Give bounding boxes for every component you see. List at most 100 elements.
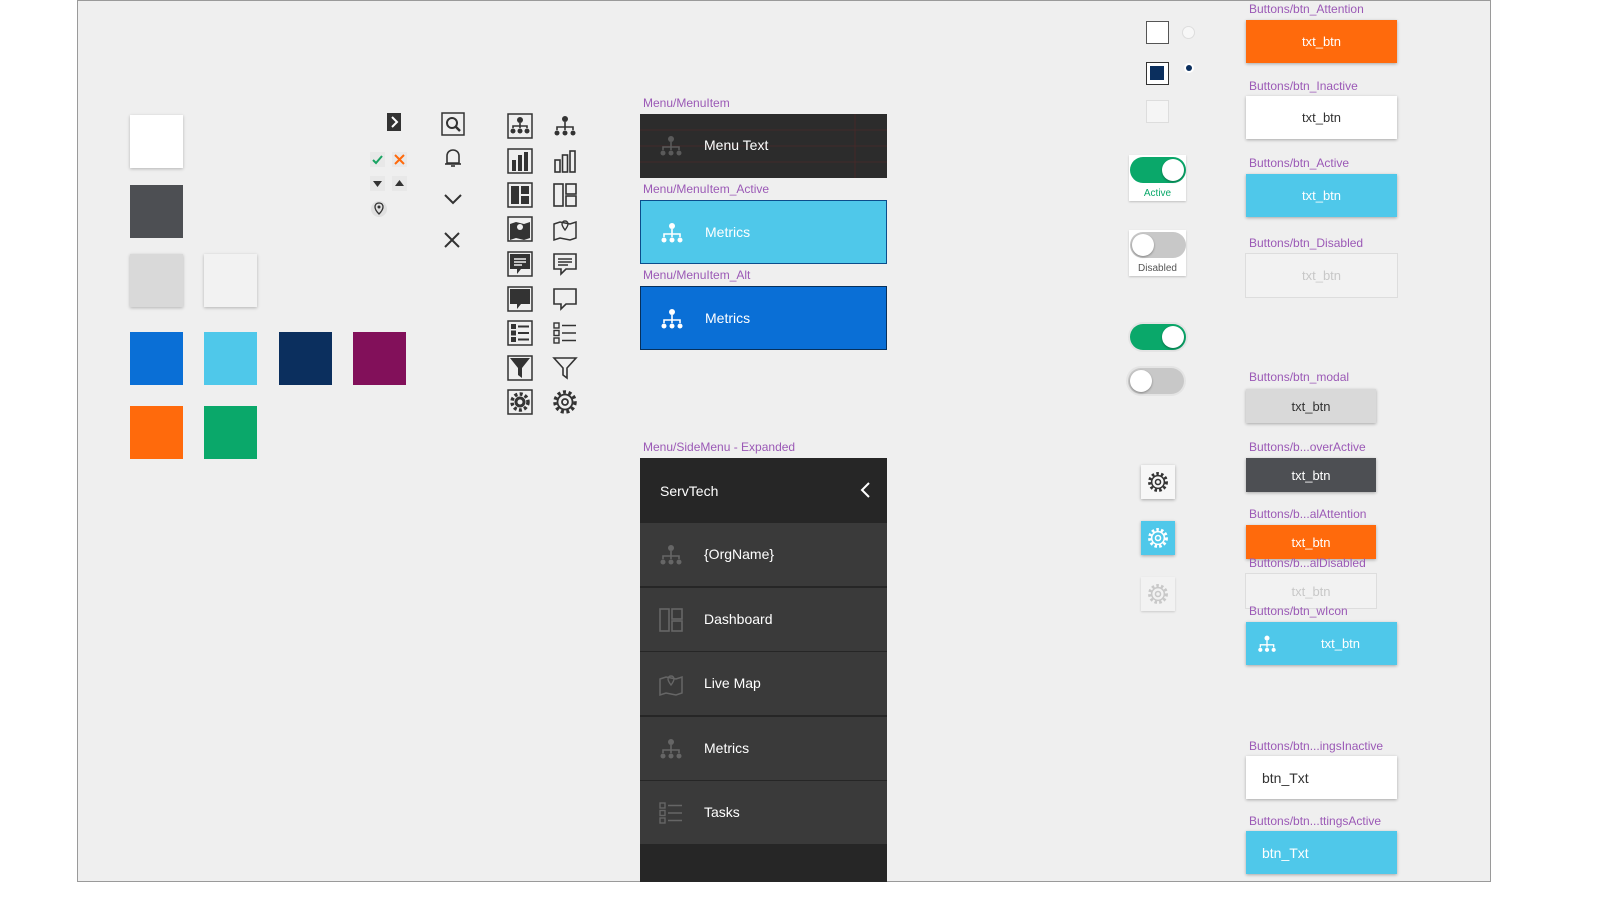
side-menu-label: Menu/SideMenu - Expanded bbox=[643, 440, 796, 454]
side-menu-item-orgname[interactable]: {OrgName} bbox=[640, 522, 887, 586]
org-chart-icon bbox=[552, 113, 578, 139]
side-menu-item-label: Tasks bbox=[704, 804, 740, 820]
side-menu-item-metrics[interactable]: Metrics bbox=[640, 716, 887, 780]
icon-button[interactable]: txt_btn bbox=[1246, 622, 1397, 665]
btn-settings-inactive-label: Buttons/btn...ingsInactive bbox=[1249, 739, 1384, 753]
radio-unchecked[interactable] bbox=[1182, 26, 1195, 39]
radio-checked[interactable] bbox=[1184, 63, 1194, 73]
toggle-disabled-card: Disabled bbox=[1129, 230, 1186, 276]
map-icon bbox=[658, 671, 684, 697]
check-icon[interactable] bbox=[370, 152, 385, 167]
btn-attention-label: Buttons/btn_Attention bbox=[1249, 2, 1364, 16]
bar-chart-icon bbox=[552, 148, 578, 174]
map-icon bbox=[552, 216, 578, 242]
close-orange-icon[interactable] bbox=[392, 152, 407, 167]
side-menu-item-label: Dashboard bbox=[704, 611, 773, 627]
menu-item-label: Menu/MenuItem bbox=[643, 96, 730, 110]
swatch-navy bbox=[279, 332, 332, 385]
side-menu-header: ServTech bbox=[640, 458, 887, 522]
org-chart-icon bbox=[659, 307, 685, 331]
btn-settings-active-label: Buttons/btn...ttingsActive bbox=[1249, 814, 1382, 828]
btn-modal-attention-label: Buttons/b...alAttention bbox=[1249, 507, 1367, 521]
disabled-button: txt_btn bbox=[1246, 254, 1397, 297]
swatch-light-blue bbox=[204, 332, 257, 385]
btn-modal-label: Buttons/btn_modal bbox=[1249, 370, 1350, 384]
org-chart-filled-icon bbox=[507, 113, 533, 139]
toggle-off[interactable] bbox=[1128, 368, 1184, 394]
menu-item-active-label: Menu/MenuItem_Active bbox=[643, 182, 770, 196]
swatch-off-white bbox=[204, 254, 257, 307]
location-pin-icon[interactable] bbox=[370, 200, 388, 218]
message-filled-icon bbox=[507, 251, 533, 277]
swatch-orange bbox=[130, 406, 183, 459]
org-chart-icon bbox=[658, 542, 684, 568]
side-menu-item-label: Live Map bbox=[704, 675, 761, 691]
btn-disabled-label: Buttons/btn_Disabled bbox=[1249, 236, 1364, 250]
settings-button-active[interactable] bbox=[1141, 521, 1175, 555]
close-icon[interactable] bbox=[442, 230, 462, 250]
toggle-active[interactable] bbox=[1130, 157, 1186, 183]
settings-inactive-button[interactable]: btn_Txt bbox=[1246, 756, 1397, 799]
icon-button-text: txt_btn bbox=[1320, 636, 1361, 651]
swatch-purple bbox=[353, 332, 406, 385]
search-icon[interactable] bbox=[441, 112, 465, 136]
side-menu-item-tasks[interactable]: Tasks bbox=[640, 780, 887, 844]
modal-button[interactable]: txt_btn bbox=[1246, 389, 1376, 423]
swatch-light-gray bbox=[130, 254, 183, 307]
inactive-button[interactable]: txt_btn bbox=[1246, 96, 1397, 139]
btn-with-icon-label: Buttons/btn_wIcon bbox=[1249, 604, 1348, 618]
checkbox-checked[interactable] bbox=[1146, 62, 1169, 85]
gear-icon bbox=[1147, 583, 1169, 605]
side-menu: ServTech {OrgName} Dashboard Live Map Me… bbox=[640, 458, 887, 882]
checkbox-disabled bbox=[1146, 100, 1169, 123]
org-chart-icon bbox=[659, 221, 685, 245]
side-menu-title: ServTech bbox=[660, 483, 719, 499]
chat-icon bbox=[552, 286, 578, 312]
btn-active-label: Buttons/btn_Active bbox=[1249, 156, 1350, 170]
active-button[interactable]: txt_btn bbox=[1246, 174, 1397, 217]
settings-filled-icon bbox=[507, 389, 533, 415]
caret-down-icon[interactable] bbox=[370, 176, 385, 191]
settings-active-button[interactable]: btn_Txt bbox=[1246, 831, 1397, 874]
settings-active-text: btn_Txt bbox=[1262, 844, 1309, 861]
filter-filled-icon bbox=[507, 355, 533, 381]
hover-active-button[interactable]: txt_btn bbox=[1246, 458, 1376, 492]
list-filled-icon bbox=[507, 320, 533, 346]
filter-icon bbox=[552, 355, 578, 381]
swatch-blue bbox=[130, 332, 183, 385]
chat-filled-icon bbox=[507, 286, 533, 312]
menu-item-active[interactable]: Metrics bbox=[640, 200, 887, 264]
toggle-active-card: Active bbox=[1129, 155, 1186, 201]
checkbox-unchecked[interactable] bbox=[1146, 21, 1169, 44]
menu-item-alt-text: Metrics bbox=[705, 310, 751, 326]
org-chart-icon bbox=[658, 736, 684, 762]
dashboard-icon bbox=[552, 182, 578, 208]
chevron-right-box-icon[interactable] bbox=[385, 112, 405, 132]
settings-button-disabled bbox=[1141, 577, 1175, 611]
btn-inactive-label: Buttons/btn_Inactive bbox=[1249, 79, 1358, 93]
org-chart-icon bbox=[658, 134, 684, 158]
caret-up-icon[interactable] bbox=[392, 176, 407, 191]
side-menu-item-live-map[interactable]: Live Map bbox=[640, 651, 887, 715]
toggle-active-label: Active bbox=[1143, 188, 1172, 199]
bell-icon[interactable] bbox=[442, 147, 464, 169]
side-menu-item-dashboard[interactable]: Dashboard bbox=[640, 587, 887, 651]
modal-attention-button[interactable]: txt_btn bbox=[1246, 525, 1376, 559]
swatch-white bbox=[130, 115, 183, 168]
gear-icon bbox=[1147, 471, 1169, 493]
menu-item-alt[interactable]: Metrics bbox=[640, 286, 887, 350]
menu-item[interactable]: Menu Text bbox=[640, 114, 887, 178]
toggle-on[interactable] bbox=[1130, 324, 1186, 350]
gear-icon bbox=[1147, 527, 1169, 549]
swatch-green bbox=[204, 406, 257, 459]
modal-disabled-button: txt_btn bbox=[1246, 574, 1376, 608]
message-icon bbox=[552, 251, 578, 277]
bar-chart-filled-icon bbox=[507, 148, 533, 174]
settings-button-inactive[interactable] bbox=[1141, 465, 1175, 499]
swatch-dark-gray bbox=[130, 185, 183, 238]
menu-item-text: Menu Text bbox=[704, 137, 769, 153]
collapse-chevron-icon[interactable] bbox=[858, 480, 874, 500]
list-icon bbox=[658, 800, 684, 826]
chevron-down-icon[interactable] bbox=[442, 190, 464, 208]
attention-button[interactable]: txt_btn bbox=[1246, 20, 1397, 63]
